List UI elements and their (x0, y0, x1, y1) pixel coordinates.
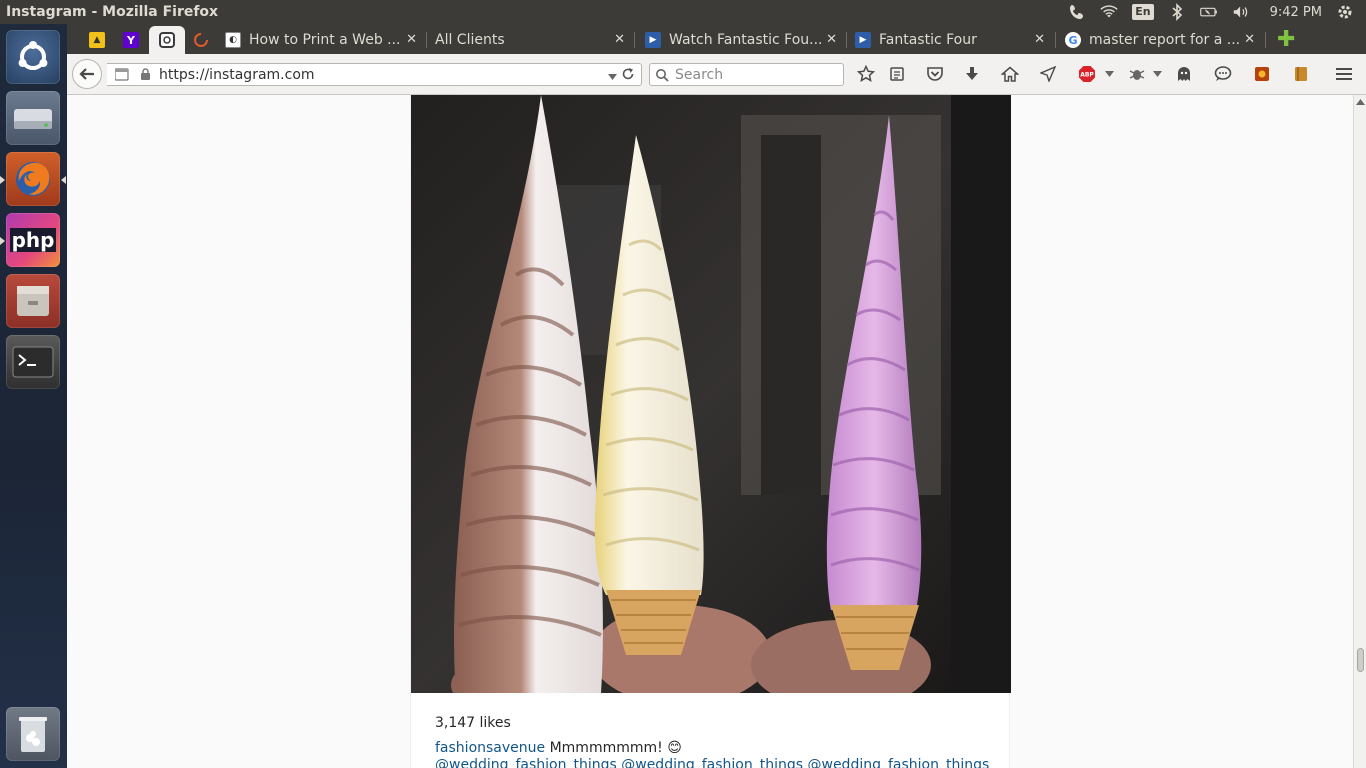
url-dropdown-icon[interactable] (608, 70, 617, 85)
google-favicon-icon: G (1065, 32, 1081, 48)
reading-list-icon[interactable] (888, 65, 906, 83)
close-tab-icon[interactable]: ✕ (826, 32, 837, 47)
close-tab-icon[interactable]: ✕ (1034, 32, 1045, 47)
plus-icon: ✚ (1277, 27, 1296, 52)
orange-extension-icon[interactable] (1253, 65, 1271, 83)
new-tab-button[interactable]: ✚ (1277, 26, 1299, 54)
tab-pinned-4[interactable] (193, 26, 213, 54)
tab-separator (1265, 32, 1266, 48)
adblock-dropdown-icon[interactable] (1100, 65, 1118, 83)
tab-pinned-3[interactable] (149, 26, 185, 54)
svg-text:ABP: ABP (1080, 72, 1094, 79)
downloads-icon[interactable] (963, 65, 981, 83)
keyboard-layout-indicator[interactable]: En (1132, 4, 1154, 20)
tab-label: All Clients (435, 32, 505, 48)
page-viewport: 3,147 likes fashionsavenue Mmmmmmmm! 😊 @… (67, 95, 1353, 768)
navigation-toolbar: https://instagram.com Search ABP (67, 54, 1366, 95)
active-indicator (61, 176, 66, 184)
extension-bug-icon[interactable] (1128, 65, 1146, 83)
system-tray: En 9:42 PM (1068, 0, 1354, 24)
likes-count[interactable]: 3,147 likes (435, 715, 511, 731)
post-caption: fashionsavenue Mmmmmmmm! 😊 (435, 740, 682, 756)
ubuntu-dash-icon[interactable] (6, 30, 60, 84)
disk-drive-icon[interactable] (6, 91, 60, 145)
search-placeholder: Search (675, 66, 724, 83)
trash-icon[interactable] (6, 707, 60, 761)
tab-master-report[interactable]: G master report for a ... ✕ (1065, 26, 1261, 54)
phpstorm-icon[interactable]: php (6, 213, 60, 267)
tab-separator (426, 32, 427, 48)
hamburger-menu-icon[interactable] (1335, 65, 1353, 83)
clock[interactable]: 9:42 PM (1270, 5, 1322, 20)
battery-icon[interactable] (1199, 3, 1218, 21)
tab-label: master report for a ... (1089, 32, 1241, 48)
running-indicator (0, 176, 5, 184)
wikihow-favicon-icon: ◐ (225, 32, 241, 48)
search-bar[interactable]: Search (649, 63, 844, 86)
pocket-icon[interactable] (926, 65, 944, 83)
close-tab-icon[interactable]: ✕ (406, 32, 417, 47)
yahoo-favicon-icon: Y (123, 32, 139, 48)
home-icon[interactable] (1001, 65, 1019, 83)
ghost-extension-icon[interactable] (1175, 65, 1193, 83)
tab-separator (634, 32, 635, 48)
url-bar[interactable]: https://instagram.com (107, 63, 642, 86)
tab-label: How to Print a Web ... (249, 32, 401, 48)
site-identity-icon[interactable] (114, 68, 129, 81)
wifi-icon[interactable] (1100, 3, 1118, 21)
settings-gear-icon[interactable] (1336, 3, 1354, 21)
loading-favicon-icon (193, 32, 209, 48)
back-button[interactable] (72, 59, 102, 89)
caption-text: Mmmmmmmm! 😊 (549, 740, 682, 756)
warning-favicon-icon: ▲ (89, 32, 105, 48)
tab-fantastic-four[interactable]: ▶ Fantastic Four ✕ (855, 26, 1051, 54)
firefox-icon[interactable] (6, 152, 60, 206)
tab-pinned-2[interactable]: Y (123, 26, 143, 54)
chat-icon[interactable] (1214, 65, 1232, 83)
caption-username-link[interactable]: fashionsavenue (435, 740, 545, 756)
tab-how-to-print[interactable]: ◐ How to Print a Web ... ✕ (225, 26, 423, 54)
reload-icon[interactable] (621, 67, 635, 85)
extension-dropdown-icon[interactable] (1148, 65, 1166, 83)
scroll-up-arrow-icon[interactable] (1356, 99, 1365, 106)
launcher: php (0, 24, 67, 768)
tab-watch-fantastic-four[interactable]: ▶ Watch Fantastic Fou... ✕ (645, 26, 843, 54)
close-tab-icon[interactable]: ✕ (614, 32, 625, 47)
movie-favicon-icon: ▶ (855, 32, 871, 48)
close-tab-icon[interactable]: ✕ (1244, 32, 1255, 47)
search-icon (655, 68, 669, 82)
instagram-post: 3,147 likes fashionsavenue Mmmmmmmm! 😊 @… (410, 95, 1011, 768)
file-manager-icon[interactable] (6, 274, 60, 328)
url-text[interactable]: https://instagram.com (159, 67, 315, 83)
movie-favicon-icon: ▶ (645, 32, 661, 48)
instagram-favicon-icon (159, 32, 175, 48)
running-indicator (0, 237, 5, 245)
tab-separator (846, 32, 847, 48)
send-icon[interactable] (1039, 65, 1057, 83)
terminal-icon[interactable] (6, 335, 60, 389)
tab-bar: ▲ Y ◐ How to Print a Web ... ✕ All Clien… (67, 24, 1366, 54)
scrollbar-thumb[interactable] (1357, 648, 1364, 672)
tab-pinned-1[interactable]: ▲ (89, 26, 109, 54)
page-scrollbar[interactable] (1353, 95, 1366, 768)
back-arrow-icon (79, 68, 94, 80)
tab-label: Watch Fantastic Fou... (669, 32, 823, 48)
adblock-icon[interactable]: ABP (1078, 65, 1096, 83)
lock-icon[interactable] (140, 68, 151, 85)
caption-tags[interactable]: @wedding_fashion_things @wedding_fashion… (435, 757, 989, 768)
tab-label: Fantastic Four (879, 32, 977, 48)
system-top-bar: Instagram - Mozilla Firefox En 9:42 PM (0, 0, 1366, 24)
bookmark-star-icon[interactable] (857, 65, 875, 83)
notebook-extension-icon[interactable] (1292, 65, 1310, 83)
tab-separator (1055, 32, 1056, 48)
window-title: Instagram - Mozilla Firefox (6, 4, 219, 20)
phone-icon[interactable] (1068, 3, 1086, 21)
post-photo[interactable] (411, 95, 1011, 693)
tab-all-clients[interactable]: All Clients ✕ (435, 26, 631, 54)
bluetooth-icon[interactable] (1168, 3, 1186, 21)
volume-icon[interactable] (1232, 3, 1250, 21)
